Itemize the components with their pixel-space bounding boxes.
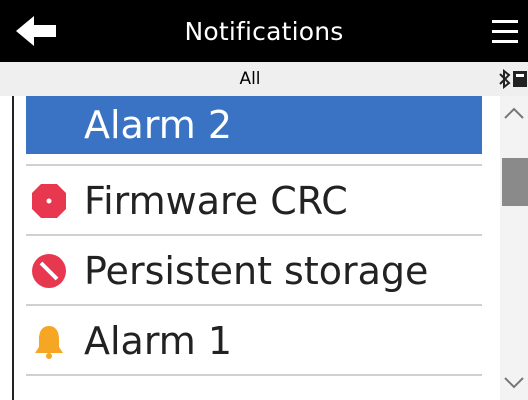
bluetooth-icon [499, 69, 511, 89]
page-title: Notifications [184, 16, 344, 46]
list-item-label: Persistent storage [84, 249, 429, 293]
menu-button[interactable] [488, 14, 528, 52]
fault-icon [32, 184, 66, 218]
list-item-label: Alarm 2 [84, 103, 233, 147]
clock-icon [513, 71, 527, 87]
filter-bar: All [0, 62, 528, 96]
scroll-thumb[interactable] [502, 158, 528, 206]
list-item-alarm-1[interactable]: Alarm 1 [26, 306, 482, 376]
notification-list: Alarm 2 Firmware CRC Persistent storage … [12, 96, 500, 400]
list-item-firmware-crc[interactable]: Firmware CRC [26, 166, 482, 236]
prohibited-icon [32, 254, 66, 288]
bell-icon [35, 326, 63, 359]
status-icons [498, 69, 528, 91]
app-header: Notifications [0, 0, 528, 62]
list-item-persistent-storage[interactable]: Persistent storage [26, 236, 482, 306]
filter-label[interactable]: All [0, 62, 500, 96]
hamburger-menu-icon [492, 20, 518, 23]
chevron-up-icon[interactable] [500, 100, 528, 126]
list-item-label: Alarm 1 [84, 319, 233, 363]
list-item-label: Firmware CRC [84, 179, 348, 223]
chevron-down-icon[interactable] [500, 370, 528, 396]
scrollbar[interactable] [500, 96, 528, 400]
list-item-alarm-2[interactable]: Alarm 2 [26, 96, 482, 166]
